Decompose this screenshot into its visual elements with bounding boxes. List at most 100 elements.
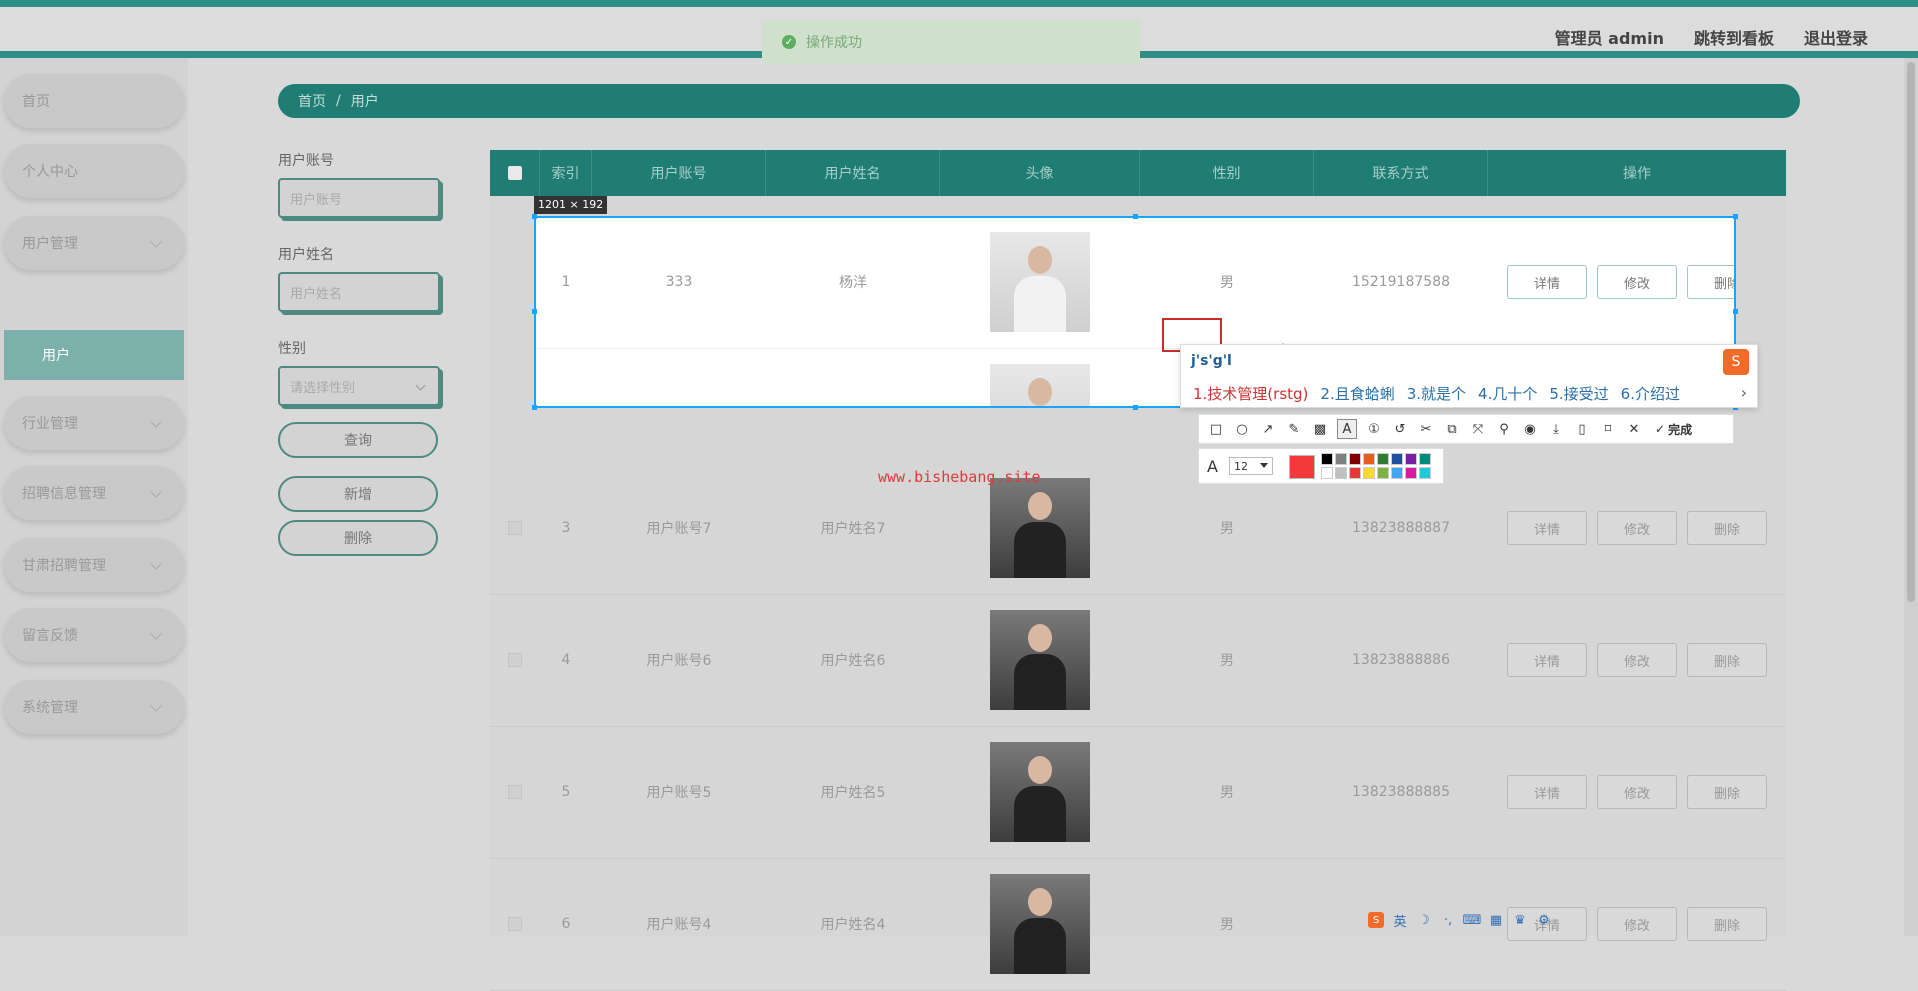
font-size-select[interactable]: 12 bbox=[1229, 457, 1273, 475]
ime-logo-icon[interactable]: S bbox=[1723, 349, 1749, 375]
sidebar-item-label: 甘肃招聘管理 bbox=[22, 558, 106, 574]
sidebar-item-profile[interactable]: 个人中心 bbox=[4, 144, 184, 198]
grid-icon[interactable]: ▦ bbox=[1488, 912, 1504, 928]
color-swatch[interactable] bbox=[1405, 453, 1417, 465]
color-swatch[interactable] bbox=[1405, 467, 1417, 479]
detail-button[interactable]: 详情 bbox=[1507, 265, 1587, 299]
mosaic-tool-icon[interactable]: ▩ bbox=[1311, 420, 1329, 438]
text-tool-icon[interactable]: A bbox=[1337, 419, 1357, 439]
resize-handle[interactable] bbox=[1133, 214, 1138, 219]
chevron-right-icon[interactable]: › bbox=[1741, 383, 1747, 402]
ellipse-tool-icon[interactable]: ○ bbox=[1233, 420, 1251, 438]
resize-handle[interactable] bbox=[532, 214, 537, 219]
row-delete-button[interactable]: 删除 bbox=[1687, 511, 1767, 545]
row-delete-button[interactable]: 删除 bbox=[1687, 775, 1767, 809]
edit-button[interactable]: 修改 bbox=[1597, 643, 1677, 677]
page-scrollbar[interactable] bbox=[1904, 58, 1918, 936]
rectangle-tool-icon[interactable]: □ bbox=[1207, 420, 1225, 438]
punctuation-icon[interactable]: ·, bbox=[1440, 912, 1456, 928]
done-label: 完成 bbox=[1668, 422, 1693, 437]
color-swatch[interactable] bbox=[1321, 453, 1333, 465]
done-button[interactable]: ✓ 完成 bbox=[1655, 421, 1692, 438]
sidebar-item-gansu-recruitment[interactable]: 甘肃招聘管理 bbox=[4, 538, 184, 592]
ocr-icon[interactable]: ⧉ bbox=[1443, 420, 1461, 438]
color-swatch[interactable] bbox=[1349, 467, 1361, 479]
skin-icon[interactable]: ♛ bbox=[1512, 912, 1528, 928]
name-input[interactable]: 用户姓名 bbox=[278, 272, 440, 312]
number-tool-icon[interactable]: ① bbox=[1365, 420, 1383, 438]
keyboard-icon[interactable]: ⌨ bbox=[1463, 912, 1482, 928]
row-checkbox[interactable] bbox=[508, 521, 522, 535]
ime-candidate[interactable]: 6.介绍过 bbox=[1621, 383, 1680, 404]
resize-handle[interactable] bbox=[1733, 214, 1738, 219]
arrow-tool-icon[interactable]: ↗ bbox=[1259, 420, 1277, 438]
account-input[interactable]: 用户账号 bbox=[278, 178, 440, 218]
color-swatch[interactable] bbox=[1391, 467, 1403, 479]
ime-candidate[interactable]: 3.就是个 bbox=[1407, 383, 1466, 404]
record-icon[interactable]: ◉ bbox=[1521, 420, 1539, 438]
sidebar-item-user-management[interactable]: 用户管理 bbox=[4, 216, 184, 270]
edit-button[interactable]: 修改 bbox=[1597, 775, 1677, 809]
color-swatch[interactable] bbox=[1321, 467, 1333, 479]
gender-select[interactable]: 请选择性别 bbox=[278, 366, 440, 406]
detail-button[interactable]: 详情 bbox=[1507, 643, 1587, 677]
row-delete-button[interactable]: 删除 bbox=[1687, 265, 1734, 299]
detail-button[interactable]: 详情 bbox=[1507, 775, 1587, 809]
color-swatch[interactable] bbox=[1363, 453, 1375, 465]
row-checkbox[interactable] bbox=[508, 785, 522, 799]
download-icon[interactable]: ⤓ bbox=[1547, 420, 1565, 438]
sidebar-item-label: 用户管理 bbox=[22, 236, 78, 252]
settings-icon[interactable]: ⚙ bbox=[1536, 912, 1552, 928]
color-swatch[interactable] bbox=[1419, 467, 1431, 479]
close-icon[interactable]: ✕ bbox=[1625, 420, 1643, 438]
sidebar-subitem-user[interactable]: 用户 bbox=[4, 330, 184, 380]
sidebar-item-feedback[interactable]: 留言反馈 bbox=[4, 608, 184, 662]
resize-handle[interactable] bbox=[1733, 309, 1738, 314]
color-swatch[interactable] bbox=[1377, 453, 1389, 465]
resize-handle[interactable] bbox=[1133, 405, 1138, 410]
current-color-swatch[interactable] bbox=[1289, 455, 1315, 479]
edit-button[interactable]: 修改 bbox=[1597, 511, 1677, 545]
bookmark-icon[interactable]: ⌑ bbox=[1599, 420, 1617, 438]
undo-icon[interactable]: ↺ bbox=[1391, 420, 1409, 438]
lang-toggle-icon[interactable]: 英 bbox=[1392, 912, 1408, 930]
moon-icon[interactable]: ☽ bbox=[1416, 912, 1432, 928]
ime-candidate[interactable]: 5.接受过 bbox=[1549, 383, 1608, 404]
sidebar-item-recruitment[interactable]: 招聘信息管理 bbox=[4, 466, 184, 520]
color-swatch[interactable] bbox=[1363, 467, 1375, 479]
color-swatch[interactable] bbox=[1335, 467, 1347, 479]
ime-candidate[interactable]: 1.技术管理(rstg) bbox=[1193, 383, 1308, 404]
breadcrumb-home[interactable]: 首页 bbox=[298, 91, 326, 111]
row-checkbox[interactable] bbox=[508, 917, 522, 931]
scissors-icon[interactable]: ✂ bbox=[1417, 420, 1435, 438]
row-ops: 详情修改删除 bbox=[1488, 594, 1786, 726]
sidebar-item-system[interactable]: 系统管理 bbox=[4, 680, 184, 734]
color-swatch[interactable] bbox=[1349, 453, 1361, 465]
phone-icon[interactable]: ▯ bbox=[1573, 420, 1591, 438]
search-button[interactable]: 查询 bbox=[278, 422, 438, 458]
color-swatch[interactable] bbox=[1377, 467, 1389, 479]
row-delete-button[interactable]: 删除 bbox=[1687, 643, 1767, 677]
select-all-checkbox[interactable] bbox=[507, 166, 522, 180]
edit-button[interactable]: 修改 bbox=[1597, 265, 1677, 299]
sogou-icon[interactable]: S bbox=[1368, 912, 1384, 928]
sidebar-item-home[interactable]: 首页 bbox=[4, 74, 184, 128]
ime-candidate[interactable]: 2.且食蛤蜊 bbox=[1320, 383, 1394, 404]
logout-link[interactable]: 退出登录 bbox=[1804, 25, 1868, 49]
ime-candidate[interactable]: 4.几十个 bbox=[1478, 383, 1537, 404]
row-checkbox[interactable] bbox=[508, 653, 522, 667]
delete-button[interactable]: 删除 bbox=[278, 520, 438, 556]
color-swatch[interactable] bbox=[1335, 453, 1347, 465]
color-swatch[interactable] bbox=[1391, 453, 1403, 465]
resize-handle[interactable] bbox=[532, 309, 537, 314]
translate-icon[interactable]: ⤧ bbox=[1469, 420, 1487, 438]
sidebar-item-industry[interactable]: 行业管理 bbox=[4, 396, 184, 450]
pen-tool-icon[interactable]: ✎ bbox=[1285, 420, 1303, 438]
scrollbar-thumb[interactable] bbox=[1907, 62, 1915, 602]
detail-button[interactable]: 详情 bbox=[1507, 511, 1587, 545]
color-swatch[interactable] bbox=[1419, 453, 1431, 465]
resize-handle[interactable] bbox=[532, 405, 537, 410]
add-button[interactable]: 新增 bbox=[278, 476, 438, 512]
dashboard-link[interactable]: 跳转到看板 bbox=[1694, 25, 1774, 49]
pin-icon[interactable]: ⚲ bbox=[1495, 420, 1513, 438]
